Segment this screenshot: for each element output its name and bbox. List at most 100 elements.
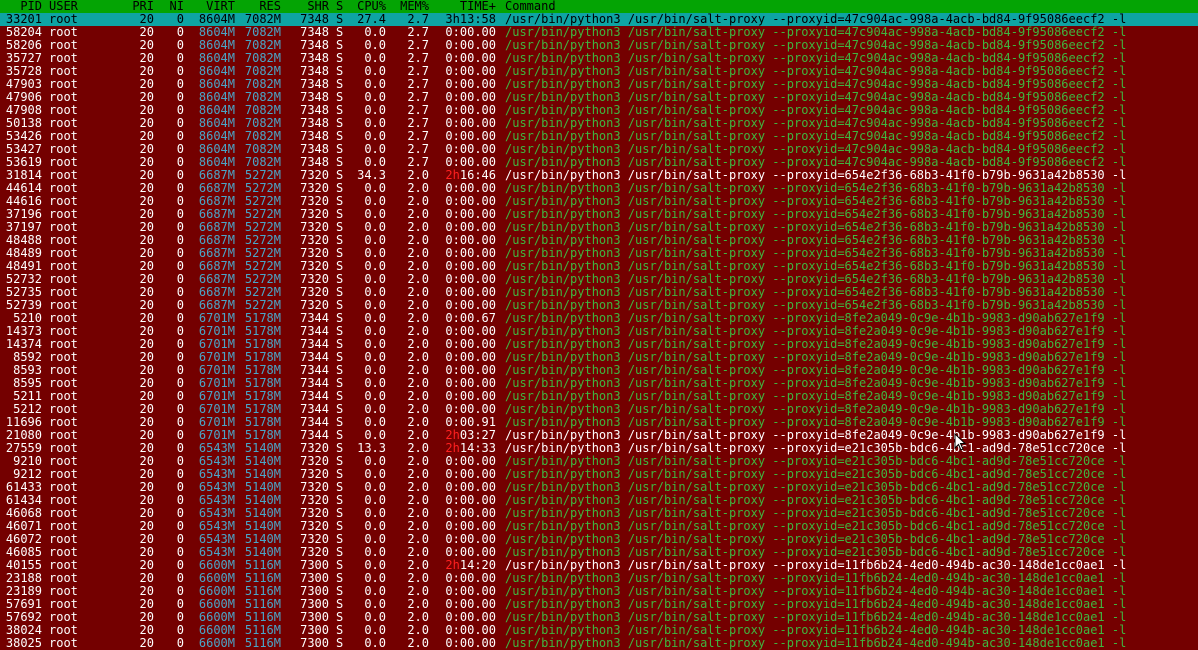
time-minutes: 16:46 <box>459 168 496 182</box>
time-minutes: 0:00.00 <box>445 246 496 260</box>
cpu-cell: 0.0 <box>364 636 386 650</box>
time-hours: 2h <box>445 428 460 442</box>
time-minutes: 13:58 <box>459 12 496 26</box>
time-minutes: 0:00.00 <box>445 90 496 104</box>
command-cell: /usr/bin/python3 /usr/bin/salt-proxy --p… <box>505 221 1127 234</box>
mouse-pointer-icon <box>954 433 967 451</box>
time-minutes: 0:00.00 <box>445 454 496 468</box>
command-cell: /usr/bin/python3 /usr/bin/salt-proxy --p… <box>505 130 1127 143</box>
time-minutes: 0:00.00 <box>445 389 496 403</box>
time-minutes: 0:00.00 <box>445 181 496 195</box>
time-minutes: 0:00.00 <box>445 194 496 208</box>
command-cell: /usr/bin/python3 /usr/bin/salt-proxy --p… <box>505 247 1127 260</box>
time-minutes: 0:00.00 <box>445 207 496 221</box>
command-cell: /usr/bin/python3 /usr/bin/salt-proxy --p… <box>505 325 1127 338</box>
time-minutes: 0:00.00 <box>445 480 496 494</box>
time-minutes: 0:00.00 <box>445 259 496 273</box>
command-cell: /usr/bin/python3 /usr/bin/salt-proxy --p… <box>505 572 1127 585</box>
time-hours: 2h <box>445 441 460 455</box>
state-cell: S <box>336 636 344 650</box>
column-header-command[interactable]: Command <box>505 0 705 13</box>
command-cell: /usr/bin/python3 /usr/bin/salt-proxy --p… <box>505 416 1127 429</box>
command-cell: /usr/bin/python3 /usr/bin/salt-proxy --p… <box>505 78 1127 91</box>
command-cell: /usr/bin/python3 /usr/bin/salt-proxy --p… <box>505 91 1127 104</box>
time-minutes: 0:00.00 <box>445 571 496 585</box>
htop-process-table: PID USER PRI NI VIRT RES SHR S CPU% MEM%… <box>0 0 1198 650</box>
command-cell: /usr/bin/python3 /usr/bin/salt-proxy --p… <box>505 442 1127 455</box>
command-cell: /usr/bin/python3 /usr/bin/salt-proxy --p… <box>505 182 1127 195</box>
time-minutes: 0:00.00 <box>445 155 496 169</box>
time-hours: 2h <box>445 168 460 182</box>
priority-cell: 20 <box>139 636 154 650</box>
process-row[interactable]: 38025 root 20 0 6600M 5116M 7300 S 0.0 2.0 0:00.00… <box>0 637 1198 650</box>
command-cell: /usr/bin/python3 /usr/bin/salt-proxy --p… <box>505 455 1127 468</box>
time-minutes: 0:00.00 <box>445 38 496 52</box>
time-minutes: 0:00.00 <box>445 298 496 312</box>
command-cell: /usr/bin/python3 /usr/bin/salt-proxy --p… <box>505 507 1127 520</box>
command-cell: /usr/bin/python3 /usr/bin/salt-proxy --p… <box>505 52 1127 65</box>
command-cell: /usr/bin/python3 /usr/bin/salt-proxy --p… <box>505 13 1127 26</box>
time-minutes: 0:00.00 <box>445 129 496 143</box>
user-cell: root <box>49 636 78 650</box>
command-cell: /usr/bin/python3 /usr/bin/salt-proxy --p… <box>505 403 1127 416</box>
command-cell: /usr/bin/python3 /usr/bin/salt-proxy --p… <box>505 338 1127 351</box>
pid-cell: 38025 <box>5 636 42 650</box>
command-cell: /usr/bin/python3 /usr/bin/salt-proxy --p… <box>505 195 1127 208</box>
command-cell: /usr/bin/python3 /usr/bin/salt-proxy --p… <box>505 637 1127 650</box>
time-hours: 2h <box>445 558 460 572</box>
command-cell: /usr/bin/python3 /usr/bin/salt-proxy --p… <box>505 533 1127 546</box>
time-minutes: 0:00.00 <box>445 467 496 481</box>
time-minutes: 0:00.00 <box>445 363 496 377</box>
command-cell: /usr/bin/python3 /usr/bin/salt-proxy --p… <box>505 585 1127 598</box>
time-minutes: 0:00.00 <box>445 623 496 637</box>
command-cell: /usr/bin/python3 /usr/bin/salt-proxy --p… <box>505 468 1127 481</box>
time-minutes: 0:00.00 <box>445 64 496 78</box>
time-minutes: 0:00.00 <box>445 506 496 520</box>
time-minutes: 0:00.00 <box>445 376 496 390</box>
command-cell: /usr/bin/python3 /usr/bin/salt-proxy --p… <box>505 234 1127 247</box>
command-cell: /usr/bin/python3 /usr/bin/salt-proxy --p… <box>505 481 1127 494</box>
virt-cell: 6600M <box>198 636 235 650</box>
res-cell: 5116M <box>244 636 281 650</box>
time-minutes: 0:00.00 <box>445 51 496 65</box>
command-cell: /usr/bin/python3 /usr/bin/salt-proxy --p… <box>505 559 1127 572</box>
time-minutes: 0:00.00 <box>445 636 496 650</box>
command-cell: /usr/bin/python3 /usr/bin/salt-proxy --p… <box>505 65 1127 78</box>
command-cell: /usr/bin/python3 /usr/bin/salt-proxy --p… <box>505 156 1127 169</box>
time-minutes: 0:00.00 <box>445 103 496 117</box>
command-cell: /usr/bin/python3 /usr/bin/salt-proxy --p… <box>505 39 1127 52</box>
time-minutes: 0:00.00 <box>445 272 496 286</box>
time-minutes: 0:00.00 <box>445 116 496 130</box>
command-cell: /usr/bin/python3 /usr/bin/salt-proxy --p… <box>505 377 1127 390</box>
time-minutes: 14:20 <box>459 558 496 572</box>
mem-cell: 2.0 <box>407 636 429 650</box>
command-cell: /usr/bin/python3 /usr/bin/salt-proxy --p… <box>505 520 1127 533</box>
time-minutes: 0:00.00 <box>445 337 496 351</box>
time-minutes: 0:00.00 <box>445 402 496 416</box>
command-cell: /usr/bin/python3 /usr/bin/salt-proxy --p… <box>505 429 1127 442</box>
command-cell: /usr/bin/python3 /usr/bin/salt-proxy --p… <box>505 390 1127 403</box>
time-minutes: 0:00.00 <box>445 584 496 598</box>
time-minutes: 03:27 <box>459 428 496 442</box>
command-cell: /usr/bin/python3 /usr/bin/salt-proxy --p… <box>505 260 1127 273</box>
command-cell: /usr/bin/python3 /usr/bin/salt-proxy --p… <box>505 494 1127 507</box>
time-minutes: 0:00.00 <box>445 285 496 299</box>
command-cell: /usr/bin/python3 /usr/bin/salt-proxy --p… <box>505 117 1127 130</box>
time-minutes: 0:00.91 <box>445 415 496 429</box>
command-cell: /usr/bin/python3 /usr/bin/salt-proxy --p… <box>505 299 1127 312</box>
command-cell: /usr/bin/python3 /usr/bin/salt-proxy --p… <box>505 273 1127 286</box>
command-cell: /usr/bin/python3 /usr/bin/salt-proxy --p… <box>505 208 1127 221</box>
command-cell: /usr/bin/python3 /usr/bin/salt-proxy --p… <box>505 143 1127 156</box>
time-minutes: 0:00.00 <box>445 77 496 91</box>
time-minutes: 0:00.00 <box>445 324 496 338</box>
command-cell: /usr/bin/python3 /usr/bin/salt-proxy --p… <box>505 624 1127 637</box>
command-cell: /usr/bin/python3 /usr/bin/salt-proxy --p… <box>505 364 1127 377</box>
time-minutes: 0:00.00 <box>445 142 496 156</box>
time-minutes: 0:00.00 <box>445 597 496 611</box>
time-minutes: 0:00.00 <box>445 493 496 507</box>
command-cell: /usr/bin/python3 /usr/bin/salt-proxy --p… <box>505 286 1127 299</box>
time-minutes: 14:33 <box>459 441 496 455</box>
time-minutes: 0:00.00 <box>445 532 496 546</box>
shr-cell: 7300 <box>300 636 329 650</box>
time-minutes: 0:00.00 <box>445 519 496 533</box>
